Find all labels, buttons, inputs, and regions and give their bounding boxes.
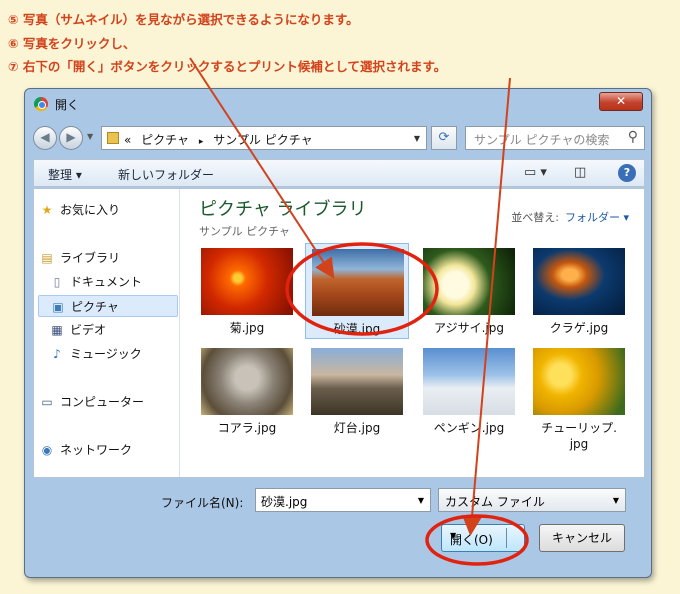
sidebar-item-computer[interactable]: ▭ コンピューター (38, 391, 176, 413)
file-view: ピクチャ ライブラリ サンプル ピクチャ 並べ替え: フォルダー ▾ 菊.jpg … (181, 189, 645, 477)
title-bar[interactable]: 開く ✕ (25, 89, 651, 117)
address-bar[interactable]: « ピクチャ ▸ サンプル ピクチャ ▼ (101, 126, 427, 150)
star-icon: ★ (41, 203, 53, 217)
view-options-icon[interactable]: ▭ ▾ (524, 165, 547, 180)
filename-dropdown-icon[interactable]: ▼ (418, 496, 424, 505)
breadcrumb-pictures[interactable]: ピクチャ (141, 133, 189, 147)
preview-pane-icon[interactable]: ◫ (574, 165, 586, 180)
instruction-step-6: ⑥ 写真をクリックし、 (8, 35, 136, 51)
file-name: アジサイ.jpg (434, 321, 504, 335)
file-item-lighthouse[interactable]: 灯台.jpg (305, 343, 409, 439)
file-type-value: カスタム ファイル (445, 495, 545, 509)
tulips-thumbnail (533, 348, 625, 415)
forward-button[interactable]: ▶ (59, 126, 83, 150)
jellyfish-thumbnail (533, 248, 625, 315)
sidebar-item-music[interactable]: ♪ ミュージック (48, 343, 176, 365)
file-item-hydrangeas[interactable]: アジサイ.jpg (417, 243, 521, 339)
search-input[interactable]: サンプル ピクチャの検索 ⚲ (465, 126, 645, 150)
address-row: ◀ ▶ ▼ « ピクチャ ▸ サンプル ピクチャ ▼ ⟳ サンプル ピクチャの検… (33, 125, 645, 151)
filename-label: ファイル名(N): (161, 496, 244, 510)
open-dropdown-icon[interactable]: ▼ (450, 531, 456, 540)
instruction-step-7: ⑦ 右下の「開く」ボタンをクリックするとプリント候補として選択されます。 (8, 59, 447, 74)
main-area: ★ お気に入り ▤ ライブラリ ▯ ドキュメント ▣ ピクチャ ▦ ビデオ ♪ ミュージック… (33, 188, 645, 478)
search-placeholder: サンプル ピクチャの検索 (474, 133, 610, 147)
file-type-dropdown-icon: ▼ (612, 496, 619, 505)
open-button[interactable]: 開く(O) ▼ (441, 524, 525, 552)
instruction-step-5: ⑤ 写真（サムネイル）を見ながら選択できるようになります。 (8, 12, 359, 27)
file-name: ペンギン.jpg (433, 421, 505, 435)
cancel-button[interactable]: キャンセル (539, 524, 625, 552)
new-folder-button[interactable]: 新しいフォルダー (118, 166, 214, 183)
file-item-penguins[interactable]: ペンギン.jpg (417, 343, 521, 439)
file-item-koala[interactable]: コアラ.jpg (195, 343, 299, 439)
computer-icon: ▭ (41, 395, 53, 409)
refresh-button[interactable]: ⟳ (431, 126, 457, 150)
arrange-dropdown[interactable]: フォルダー ▾ (565, 211, 629, 224)
open-file-dialog: 開く ✕ ◀ ▶ ▼ « ピクチャ ▸ サンプル ピクチャ ▼ ⟳ サンプル ピ… (24, 88, 652, 578)
file-name: 灯台.jpg (333, 421, 381, 435)
address-dropdown-icon[interactable]: ▼ (414, 134, 420, 143)
breadcrumb-separator[interactable]: ▸ (199, 137, 204, 147)
document-icon: ▯ (53, 275, 61, 289)
command-bar: 整理 ▾ 新しいフォルダー ▭ ▾ ◫ ? (33, 159, 645, 187)
library-title: ピクチャ ライブラリ (199, 199, 367, 220)
file-item-chrysanthemum[interactable]: 菊.jpg (195, 243, 299, 339)
sidebar-item-libraries[interactable]: ▤ ライブラリ (38, 247, 176, 269)
file-type-select[interactable]: カスタム ファイル ▼ (438, 488, 626, 512)
desert-thumbnail (312, 249, 404, 316)
file-item-tulips[interactable]: チューリップ. jpg (527, 343, 631, 453)
back-button[interactable]: ◀ (33, 126, 57, 150)
koala-thumbnail (201, 348, 293, 415)
help-icon[interactable]: ? (618, 164, 636, 182)
instructions: ⑤ 写真（サムネイル）を見ながら選択できるようになります。 ⑥ 写真をクリックし… (8, 8, 446, 79)
chrome-icon (34, 97, 48, 111)
bottom-bar: ファイル名(N): 砂漠.jpg ▼ カスタム ファイル ▼ 開く(O) ▼ キ… (33, 484, 645, 574)
folder-icon (107, 132, 119, 144)
sidebar-item-pictures[interactable]: ▣ ピクチャ (38, 295, 178, 317)
recent-dropdown-icon[interactable]: ▼ (87, 132, 93, 141)
filename-input[interactable]: 砂漠.jpg ▼ (255, 488, 431, 512)
open-label: 開く(O) (450, 533, 493, 547)
library-subtitle: サンプル ピクチャ (199, 225, 291, 238)
arrange-label: 並べ替え: (511, 211, 559, 224)
breadcrumb-sample-pictures[interactable]: サンプル ピクチャ (213, 133, 312, 147)
file-item-jellyfish[interactable]: クラゲ.jpg (527, 243, 631, 339)
lighthouse-thumbnail (311, 348, 403, 415)
navigation-pane: ★ お気に入り ▤ ライブラリ ▯ ドキュメント ▣ ピクチャ ▦ ビデオ ♪ ミュージック… (34, 189, 180, 477)
dialog-title: 開く (55, 98, 80, 112)
video-icon: ▦ (51, 323, 63, 337)
sidebar-item-network[interactable]: ◉ ネットワーク (38, 439, 176, 461)
network-icon: ◉ (41, 443, 53, 457)
music-icon: ♪ (53, 347, 61, 361)
organize-button[interactable]: 整理 ▾ (48, 166, 82, 183)
sidebar-item-videos[interactable]: ▦ ビデオ (48, 319, 176, 341)
close-button[interactable]: ✕ (599, 92, 643, 111)
file-item-desert[interactable]: 砂漠.jpg (305, 243, 409, 339)
chrysanthemum-thumbnail (201, 248, 293, 315)
file-name: クラゲ.jpg (549, 321, 609, 335)
penguins-thumbnail (423, 348, 515, 415)
sidebar-item-favorites[interactable]: ★ お気に入り (38, 199, 176, 221)
hydrangeas-thumbnail (423, 248, 515, 315)
file-name: コアラ.jpg (217, 421, 277, 435)
address-prefix[interactable]: « (124, 133, 131, 147)
file-name: 菊.jpg (229, 321, 265, 335)
file-name: 砂漠.jpg (333, 322, 381, 336)
sidebar-item-documents[interactable]: ▯ ドキュメント (48, 271, 176, 293)
search-icon: ⚲ (627, 129, 638, 145)
filename-value: 砂漠.jpg (261, 495, 308, 509)
file-name: チューリップ. jpg (541, 421, 617, 451)
open-split-divider (506, 528, 507, 548)
library-icon: ▤ (41, 251, 53, 265)
picture-icon: ▣ (52, 300, 64, 314)
